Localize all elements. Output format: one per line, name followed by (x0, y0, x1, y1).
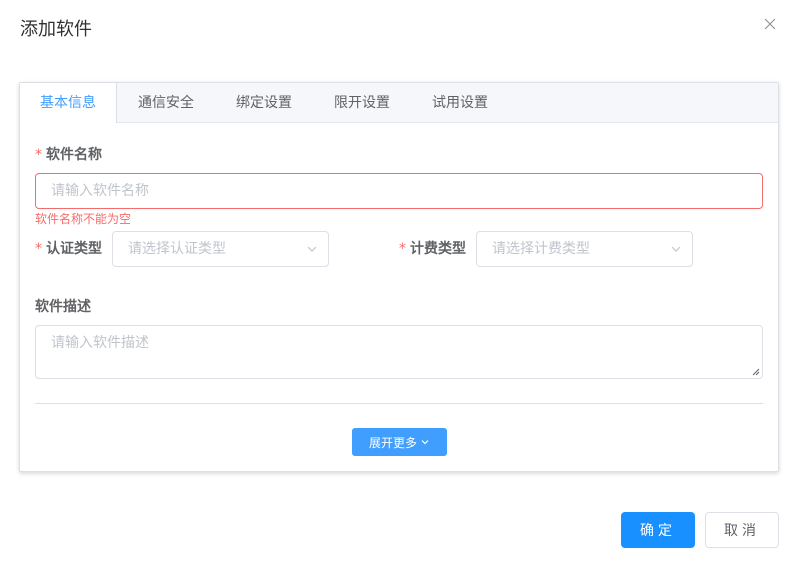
billing-type-label-text: 计费类型 (410, 241, 466, 257)
resize-grip-icon[interactable] (752, 368, 760, 376)
tab-bar: 基本信息 通信安全 绑定设置 限开设置 试用设置 (20, 83, 778, 123)
software-name-label: * 软件名称 (35, 145, 102, 165)
tab-binding-settings[interactable]: 绑定设置 (215, 83, 313, 122)
auth-type-select[interactable]: 请选择认证类型 (112, 231, 329, 267)
billing-type-select[interactable]: 请选择计费类型 (476, 231, 693, 267)
expand-more-label: 展开更多 (368, 435, 417, 450)
tabs-card: 基本信息 通信安全 绑定设置 限开设置 试用设置 * 软件名称 请输入软件名称 软… (19, 82, 779, 472)
confirm-button[interactable]: 确定 (621, 512, 695, 548)
add-software-dialog: 添加软件 基本信息 通信安全 绑定设置 限开设置 试用设置 * 软件名称 请输入软… (0, 0, 798, 568)
required-mark: * (399, 241, 406, 257)
auth-type-placeholder: 请选择认证类型 (128, 241, 226, 257)
description-placeholder: 请输入软件描述 (51, 335, 149, 351)
tab-basic-info[interactable]: 基本信息 (20, 83, 117, 123)
tab-trial-settings[interactable]: 试用设置 (411, 83, 509, 122)
chevron-down-icon (671, 246, 681, 252)
dialog-title: 添加软件 (20, 19, 92, 40)
billing-type-placeholder: 请选择计费类型 (492, 241, 590, 257)
chevron-down-icon (421, 440, 429, 445)
required-mark: * (35, 147, 42, 163)
description-label: 软件描述 (35, 299, 91, 315)
expand-more-button[interactable]: 展开更多 (352, 428, 447, 456)
auth-type-label-text: 认证类型 (46, 241, 102, 257)
software-name-placeholder: 请输入软件名称 (51, 183, 149, 199)
close-icon[interactable] (762, 16, 778, 32)
billing-type-label: * 计费类型 (399, 239, 466, 259)
required-mark: * (35, 241, 42, 257)
auth-type-label: * 认证类型 (35, 239, 102, 259)
software-name-error: 软件名称不能为空 (35, 212, 132, 226)
description-textarea[interactable]: 请输入软件描述 (35, 325, 763, 379)
cancel-button[interactable]: 取消 (705, 512, 779, 548)
tab-limit-settings[interactable]: 限开设置 (313, 83, 411, 122)
software-name-label-text: 软件名称 (46, 147, 102, 163)
chevron-down-icon (307, 246, 317, 252)
divider (35, 403, 763, 404)
tab-communication-security[interactable]: 通信安全 (117, 83, 215, 122)
software-name-input[interactable]: 请输入软件名称 (35, 173, 763, 209)
